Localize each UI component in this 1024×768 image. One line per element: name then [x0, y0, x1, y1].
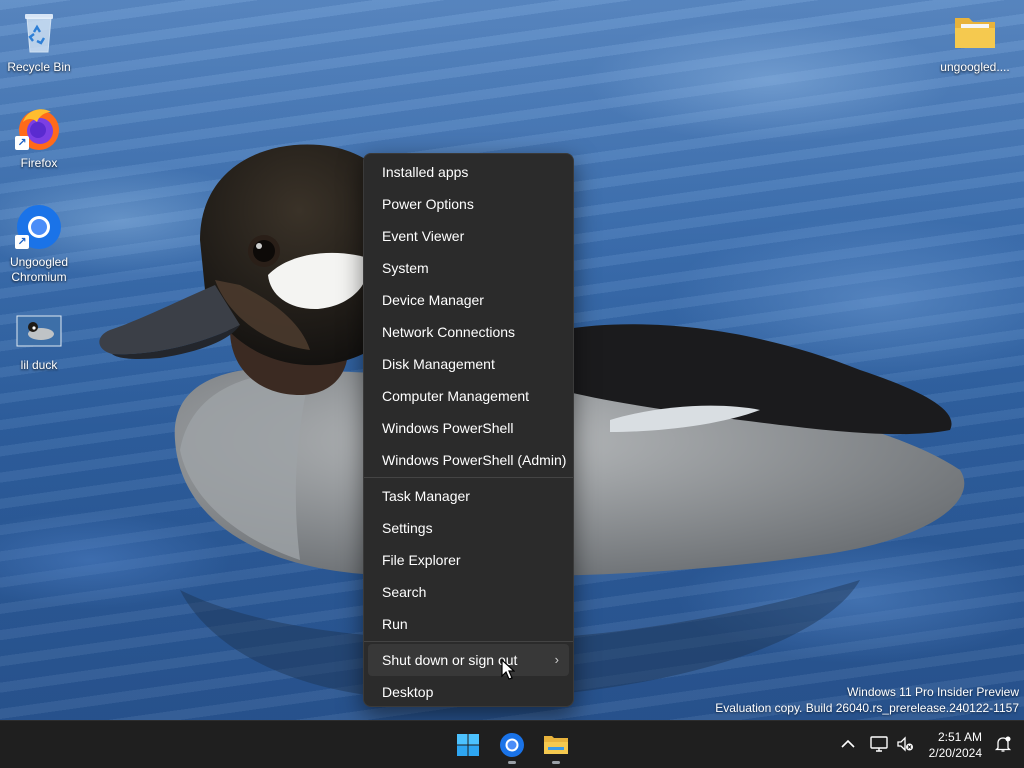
- running-indicator: [508, 761, 516, 764]
- menu-item-system[interactable]: System: [368, 252, 569, 284]
- shortcut-arrow-icon: ↗: [15, 136, 29, 150]
- menu-item-shut-down-or-sign-out[interactable]: Shut down or sign out ›: [368, 644, 569, 676]
- clock-date: 2/20/2024: [928, 746, 982, 760]
- folder-icon: [544, 736, 568, 754]
- winx-context-menu: Installed apps Power Options Event Viewe…: [363, 153, 574, 707]
- desktop-icon-ungoogled-folder[interactable]: ungoogled....: [936, 8, 1014, 75]
- network-icon[interactable]: [868, 733, 890, 755]
- menu-item-desktop[interactable]: Desktop: [368, 676, 569, 708]
- shortcut-arrow-icon: ↗: [15, 235, 29, 249]
- menu-item-windows-powershell-admin[interactable]: Windows PowerShell (Admin): [368, 444, 569, 476]
- start-button[interactable]: [448, 725, 488, 765]
- watermark-line-1: Windows 11 Pro Insider Preview: [847, 685, 1019, 699]
- desktop-icon-firefox[interactable]: ↗ Firefox: [0, 104, 78, 171]
- folder-icon: [951, 8, 999, 56]
- firefox-icon: ↗: [15, 104, 63, 152]
- notification-center-icon[interactable]: [992, 733, 1014, 755]
- file-explorer-taskbar-button[interactable]: [536, 725, 576, 765]
- desktop-icon-recycle-bin[interactable]: Recycle Bin: [0, 8, 78, 75]
- windows-logo-icon: [457, 734, 479, 756]
- menu-separator: [364, 477, 573, 478]
- menu-item-label: Shut down or sign out: [382, 652, 518, 668]
- show-hidden-icons-chevron-icon[interactable]: [837, 733, 859, 755]
- menu-item-power-options[interactable]: Power Options: [368, 188, 569, 220]
- menu-item-computer-management[interactable]: Computer Management: [368, 380, 569, 412]
- mouse-cursor-icon: [501, 659, 515, 680]
- clock[interactable]: 2:51 AM 2/20/2024: [929, 729, 982, 761]
- menu-item-disk-management[interactable]: Disk Management: [368, 348, 569, 380]
- menu-item-network-connections[interactable]: Network Connections: [368, 316, 569, 348]
- menu-item-settings[interactable]: Settings: [368, 512, 569, 544]
- volume-muted-icon[interactable]: [894, 733, 916, 755]
- menu-item-device-manager[interactable]: Device Manager: [368, 284, 569, 316]
- menu-item-search[interactable]: Search: [368, 576, 569, 608]
- desktop-icon-lil-duck[interactable]: lil duck: [0, 306, 78, 373]
- menu-item-task-manager[interactable]: Task Manager: [368, 480, 569, 512]
- system-tray: 2:51 AM 2/20/2024: [824, 721, 1024, 768]
- evaluation-watermark: Windows 11 Pro Insider Preview Evaluatio…: [715, 684, 1019, 716]
- chromium-taskbar-button[interactable]: [492, 725, 532, 765]
- chromium-icon: [500, 733, 524, 757]
- recycle-bin-icon: [15, 8, 63, 56]
- chevron-right-icon: ›: [554, 652, 559, 667]
- menu-item-installed-apps[interactable]: Installed apps: [368, 156, 569, 188]
- clock-time: 2:51 AM: [937, 730, 982, 744]
- taskbar: 2:51 AM 2/20/2024: [0, 720, 1024, 768]
- menu-item-run[interactable]: Run: [368, 608, 569, 640]
- menu-separator: [364, 641, 573, 642]
- desktop-icon-ungoogled-chromium[interactable]: ↗ Ungoogled Chromium: [0, 203, 78, 285]
- chromium-icon: ↗: [15, 203, 63, 251]
- image-thumbnail-icon: [15, 306, 63, 354]
- menu-item-windows-powershell[interactable]: Windows PowerShell: [368, 412, 569, 444]
- menu-item-event-viewer[interactable]: Event Viewer: [368, 220, 569, 252]
- menu-item-file-explorer[interactable]: File Explorer: [368, 544, 569, 576]
- watermark-line-2: Evaluation copy. Build 26040.rs_prerelea…: [715, 701, 1019, 715]
- running-indicator: [552, 761, 560, 764]
